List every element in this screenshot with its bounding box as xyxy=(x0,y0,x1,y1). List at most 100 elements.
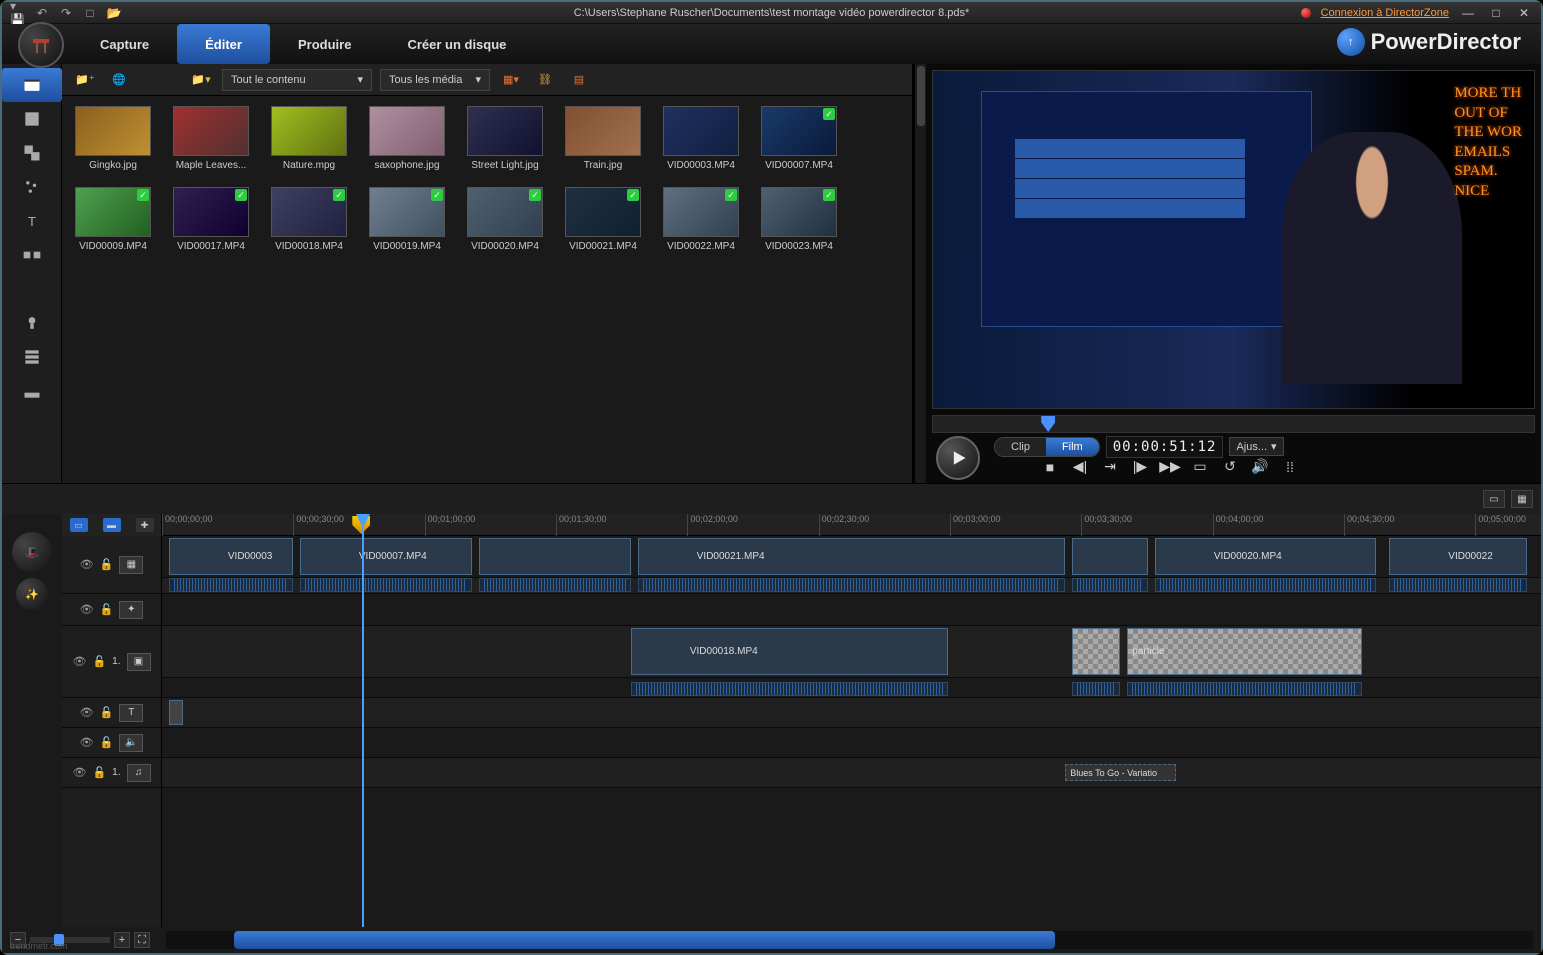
save-icon[interactable]: ▾💾 xyxy=(10,5,26,21)
timeline-clip[interactable]: VID00020.MP4 xyxy=(1155,538,1376,575)
transition-room-button[interactable] xyxy=(2,238,62,272)
effect-room-button[interactable] xyxy=(2,102,62,136)
loop-button[interactable]: ↺ xyxy=(1220,457,1240,477)
timecode-display[interactable]: 00:00:51:12 xyxy=(1106,436,1224,458)
preview-canvas[interactable]: MORE THOUT OFTHE WOREMAILSSPAM.NICE xyxy=(932,70,1535,409)
particle-room-button[interactable] xyxy=(2,170,62,204)
redo-icon[interactable]: ↷ xyxy=(58,5,74,21)
audio-clip[interactable] xyxy=(1072,682,1120,696)
add-track-button[interactable]: ✚ xyxy=(136,518,154,532)
timeline-mode-a-button[interactable]: ▭ xyxy=(70,518,88,532)
visibility-toggle[interactable]: 👁 xyxy=(80,736,94,749)
time-ruler[interactable]: 00;00;00;0000;00;30;0000;01;00;0000;01;3… xyxy=(162,514,1541,536)
media-item[interactable]: ✓VID00017.MP4 xyxy=(170,187,252,252)
effect-track[interactable] xyxy=(162,594,1541,626)
timeline-view-button[interactable]: ▭ xyxy=(1483,490,1505,508)
zoom-in-button[interactable]: + xyxy=(114,932,130,948)
fit-dropdown[interactable]: Ajus...▾ xyxy=(1229,437,1283,456)
volume-button[interactable]: 🔊 xyxy=(1250,457,1270,477)
directorzone-link[interactable]: Connexion à DirectorZone xyxy=(1321,7,1449,19)
maximize-button[interactable]: □ xyxy=(1487,5,1505,21)
media-filter-dropdown[interactable]: Tous les média ▾ xyxy=(380,69,490,91)
prev-frame-button[interactable]: ◀| xyxy=(1070,457,1090,477)
open-project-icon[interactable]: 📂 xyxy=(106,5,122,21)
new-project-icon[interactable]: □ xyxy=(82,5,98,21)
clip-mode-button[interactable]: Clip xyxy=(995,438,1046,456)
lock-toggle[interactable]: 🔓 xyxy=(100,736,114,749)
audio-clip[interactable] xyxy=(1127,682,1361,696)
content-filter-dropdown[interactable]: Tout le contenu ▾ xyxy=(222,69,372,91)
nav-tab-créer-un-disque[interactable]: Créer un disque xyxy=(379,24,534,64)
timeline-clip[interactable] xyxy=(479,538,631,575)
media-item[interactable]: ✓VID00023.MP4 xyxy=(758,187,840,252)
timeline-playhead[interactable] xyxy=(362,514,364,927)
audio-clip[interactable] xyxy=(300,578,472,592)
visibility-toggle[interactable]: 👁 xyxy=(80,706,94,719)
next-unit-button[interactable]: ⇥ xyxy=(1100,457,1120,477)
audio-clip[interactable] xyxy=(169,578,293,592)
view-mode-icon[interactable]: ▦▾ xyxy=(498,69,524,91)
timeline-clip[interactable]: VID00022 xyxy=(1389,538,1527,575)
audio-track-1[interactable] xyxy=(162,578,1541,594)
title-track[interactable] xyxy=(162,698,1541,728)
audio-room-button[interactable] xyxy=(2,272,62,306)
media-item[interactable]: ✓VID00009.MP4 xyxy=(72,187,154,252)
media-item[interactable]: saxophone.jpg xyxy=(366,106,448,171)
undo-icon[interactable]: ↶ xyxy=(34,5,50,21)
media-item[interactable]: Nature.mpg xyxy=(268,106,350,171)
voiceover-room-button[interactable] xyxy=(2,306,62,340)
audio-clip[interactable] xyxy=(1389,578,1527,592)
video-track-1[interactable]: VID00003VID00007.MP4VID00021.MP4VID00020… xyxy=(162,536,1541,578)
media-item[interactable]: Gingko.jpg xyxy=(72,106,154,171)
audio-clip[interactable] xyxy=(1072,578,1148,592)
video-track-2[interactable]: VID00018.MP4 particle xyxy=(162,626,1541,678)
visibility-toggle[interactable]: 👁 xyxy=(72,766,86,779)
nav-tab-éditer[interactable]: Éditer xyxy=(177,24,270,64)
audio-track-2[interactable] xyxy=(162,678,1541,698)
library-folder-icon[interactable]: 📁▾ xyxy=(188,69,214,91)
media-item[interactable]: ✓VID00022.MP4 xyxy=(660,187,742,252)
media-item[interactable]: ✓VID00020.MP4 xyxy=(464,187,546,252)
next-frame-button[interactable]: |▶ xyxy=(1130,457,1150,477)
timeline-clip[interactable]: VID00021.MP4 xyxy=(638,538,1065,575)
fast-forward-button[interactable]: ▶▶ xyxy=(1160,457,1180,477)
voice-track[interactable] xyxy=(162,728,1541,758)
visibility-toggle[interactable]: 👁 xyxy=(80,603,94,616)
chapter-room-button[interactable] xyxy=(2,340,62,374)
audio-clip[interactable] xyxy=(1155,578,1376,592)
timeline-clip[interactable]: particle xyxy=(1127,628,1361,675)
preview-scrubber[interactable] xyxy=(932,415,1535,433)
lock-toggle[interactable]: 🔓 xyxy=(100,603,114,616)
nav-tab-produire[interactable]: Produire xyxy=(270,24,379,64)
audio-clip[interactable] xyxy=(638,578,1065,592)
timeline-scrollbar[interactable] xyxy=(166,931,1533,949)
media-item[interactable]: ✓VID00007.MP4 xyxy=(758,106,840,171)
zoom-fit-button[interactable]: ⛶ xyxy=(134,932,150,948)
scrubber-playhead[interactable] xyxy=(1041,416,1055,432)
stop-button[interactable]: ■ xyxy=(1040,457,1060,477)
snapshot-button[interactable]: ▭ xyxy=(1190,457,1210,477)
media-item[interactable]: ✓VID00019.MP4 xyxy=(366,187,448,252)
timeline-mode-b-button[interactable]: ▬ xyxy=(103,518,121,532)
lock-toggle[interactable]: 🔓 xyxy=(92,766,106,779)
preview-settings-button[interactable]: ⁞⁞ xyxy=(1280,457,1300,477)
subtitle-room-button[interactable] xyxy=(2,374,62,408)
magic-wizard-button[interactable]: 🎩 xyxy=(12,532,52,572)
lock-toggle[interactable]: 🔓 xyxy=(100,706,114,719)
timeline-clip[interactable]: VID00018.MP4 xyxy=(631,628,948,675)
media-room-button[interactable] xyxy=(2,68,62,102)
title-clip[interactable] xyxy=(169,700,183,725)
detect-scenes-icon[interactable]: ⛓ xyxy=(532,69,558,91)
visibility-toggle[interactable]: 👁 xyxy=(80,558,94,571)
media-item[interactable]: Maple Leaves... xyxy=(170,106,252,171)
close-button[interactable]: ✕ xyxy=(1515,5,1533,21)
media-item[interactable]: VID00003.MP4 xyxy=(660,106,742,171)
lock-toggle[interactable]: 🔓 xyxy=(100,558,114,571)
title-room-button[interactable]: T xyxy=(2,204,62,238)
play-button[interactable] xyxy=(936,436,980,480)
download-media-icon[interactable]: 🌐 xyxy=(106,69,132,91)
media-item[interactable]: ✓VID00021.MP4 xyxy=(562,187,644,252)
import-media-icon[interactable]: 📁⁺ xyxy=(72,69,98,91)
timeline-clip[interactable]: VID00003 xyxy=(169,538,293,575)
media-item[interactable]: Street Light.jpg xyxy=(464,106,546,171)
